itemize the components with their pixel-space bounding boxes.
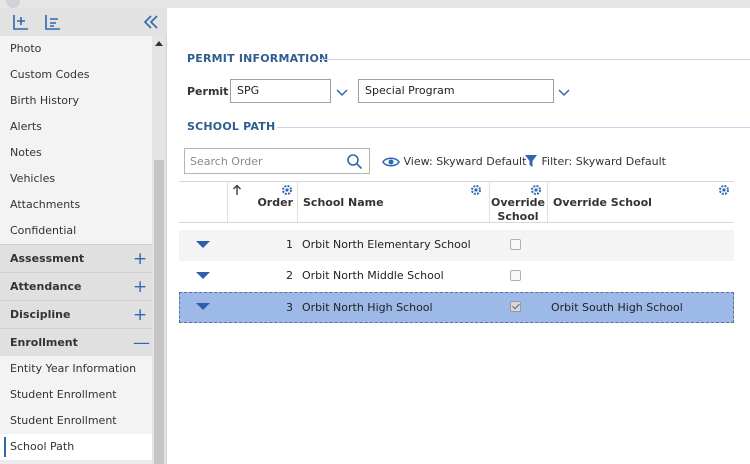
sidebar-item-attachments[interactable]: Attachments (0, 192, 152, 218)
table-row[interactable]: 2 Orbit North Middle School (179, 261, 734, 292)
collapse-sidebar-icon[interactable] (142, 13, 160, 31)
override-flag-label-line1: Override (491, 196, 545, 209)
override-school-checkbox[interactable] (510, 239, 521, 250)
expand-row-icon[interactable] (196, 303, 210, 310)
expand-icon[interactable]: + (133, 273, 147, 301)
main-content: PERMIT INFORMATION Permit SPG Special Pr… (167, 8, 750, 464)
override-school-flag-column-header[interactable]: Override School (489, 182, 547, 223)
section-label: Discipline (10, 308, 71, 321)
sidebar-item-student-enrollment[interactable]: Student Enrollment (0, 382, 152, 408)
column-settings-icon[interactable] (718, 184, 730, 196)
sidebar-item-school-path[interactable]: School Path (0, 434, 152, 460)
column-settings-icon[interactable] (281, 184, 293, 196)
sidebar-section-enrollment[interactable]: Enrollment — (0, 328, 152, 356)
expand-icon[interactable]: + (133, 301, 147, 329)
school-name-column-header[interactable]: School Name (297, 182, 489, 222)
sidebar-toolbar (0, 8, 167, 36)
top-strip (0, 0, 750, 8)
override-school-checkbox[interactable] (510, 301, 521, 312)
school-name-cell: Orbit North Elementary School (302, 238, 471, 251)
permit-code-select[interactable]: SPG (230, 79, 331, 103)
expand-column-header (179, 182, 227, 222)
section-divider (277, 127, 750, 128)
filter-selector[interactable]: Filter: Skyward Default (524, 154, 666, 170)
sidebar-item-alerts[interactable]: Alerts (0, 114, 152, 140)
school-name-cell: Orbit North Middle School (302, 269, 444, 282)
avatar[interactable] (6, 0, 20, 8)
view-selector[interactable]: View: Skyward Default (382, 154, 526, 170)
permit-description-select[interactable]: Special Program (358, 79, 554, 103)
column-settings-icon[interactable] (530, 184, 542, 196)
sidebar-item-confidential[interactable]: Confidential (0, 218, 152, 244)
override-school-column-label: Override School (553, 196, 652, 209)
sidebar-item-student-enrollment-history[interactable]: Student Enrollment History (0, 408, 152, 453)
sidebar: Photo Custom Codes Birth History Alerts … (0, 8, 167, 464)
sidebar-section-attendance[interactable]: Attendance + (0, 272, 152, 300)
sidebar-section-assessment[interactable]: Assessment + (0, 244, 152, 272)
school-name-cell: Orbit North High School (302, 301, 433, 314)
expand-row-icon[interactable] (196, 272, 210, 279)
filter-label: Filter: Skyward Default (541, 155, 666, 168)
scroll-up-icon[interactable] (155, 41, 163, 46)
sidebar-section-discipline[interactable]: Discipline + (0, 300, 152, 328)
collapse-icon[interactable]: — (133, 329, 150, 357)
permit-label: Permit (187, 85, 229, 98)
school-path-title: SCHOOL PATH (187, 120, 276, 133)
school-name-column-label: School Name (303, 196, 384, 209)
order-cell: 1 (286, 238, 293, 251)
view-label: View: Skyward Default (403, 155, 527, 168)
table-row[interactable]: 1 Orbit North Elementary School (179, 230, 734, 261)
search-order-input[interactable] (190, 153, 340, 170)
add-tab-icon[interactable] (12, 13, 30, 31)
sidebar-scrollbar[interactable] (152, 36, 166, 464)
sidebar-nav-list: Photo Custom Codes Birth History Alerts … (0, 36, 152, 460)
order-column-header[interactable]: Order (227, 182, 297, 222)
section-label: Enrollment (10, 336, 78, 349)
sidebar-item-photo[interactable]: Photo (0, 36, 152, 62)
section-label: Assessment (10, 252, 85, 265)
override-school-cell: Orbit South High School (551, 301, 683, 314)
chevron-down-icon[interactable] (335, 87, 349, 99)
school-path-grid: Order School Name Override School Overri… (179, 181, 734, 323)
sidebar-item-vehicles[interactable]: Vehicles (0, 166, 152, 192)
search-order-box (184, 148, 370, 174)
filter-icon (525, 155, 537, 167)
section-divider (319, 59, 750, 60)
sidebar-item-notes[interactable]: Notes (0, 140, 152, 166)
order-cell: 2 (286, 269, 293, 282)
permit-information-title: PERMIT INFORMATION (187, 52, 329, 65)
order-cell: 3 (286, 301, 293, 314)
order-column-label: Order (257, 196, 293, 209)
section-label: Attendance (10, 280, 82, 293)
scrollbar-thumb[interactable] (154, 160, 164, 464)
sidebar-item-birth-history[interactable]: Birth History (0, 88, 152, 114)
sidebar-item-entity-year-information[interactable]: Entity Year Information (0, 356, 152, 382)
tree-view-icon[interactable] (44, 13, 62, 31)
search-icon[interactable] (346, 153, 363, 170)
expand-icon[interactable]: + (133, 245, 147, 273)
grid-header: Order School Name Override School Overri… (179, 181, 734, 223)
eye-icon (382, 157, 400, 167)
override-school-column-header[interactable]: Override School (547, 182, 734, 222)
table-row[interactable]: 3 Orbit North High School Orbit South Hi… (179, 292, 734, 323)
override-school-checkbox[interactable] (510, 270, 521, 281)
column-settings-icon[interactable] (470, 184, 482, 196)
expand-row-icon[interactable] (196, 241, 210, 248)
sort-up-arrow-icon[interactable] (232, 184, 242, 196)
override-flag-label-line2: School (497, 210, 539, 223)
sidebar-item-custom-codes[interactable]: Custom Codes (0, 62, 152, 88)
chevron-down-icon[interactable] (557, 87, 571, 99)
